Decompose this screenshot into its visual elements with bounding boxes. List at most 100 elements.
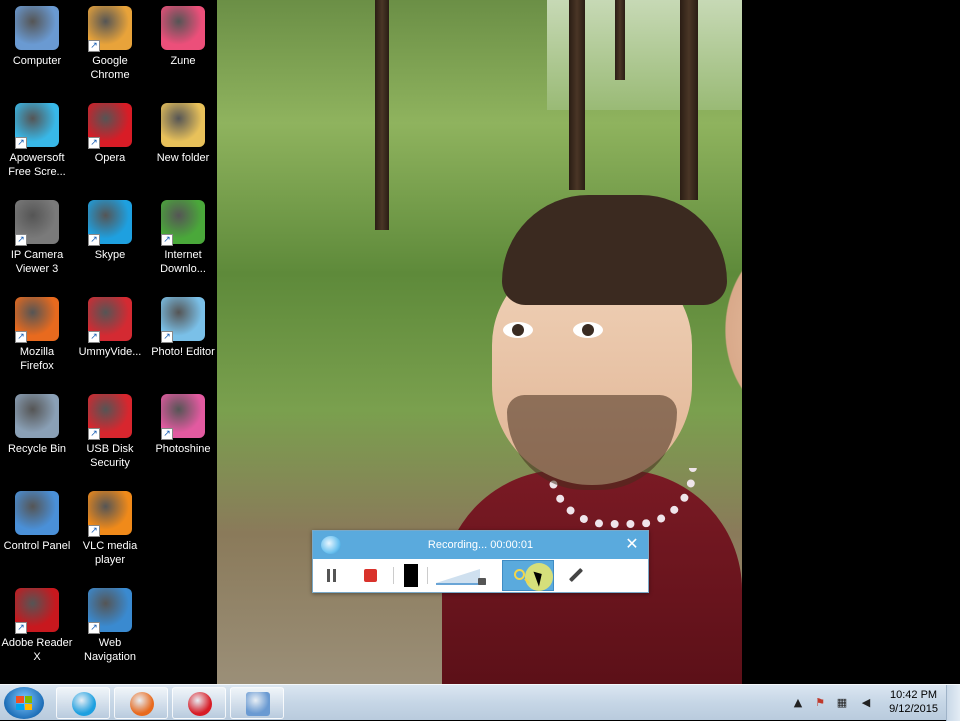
taskbar-photo-viewer-button[interactable] [230,687,284,719]
desktop-icon[interactable]: ↗ Apowersoft Free Scre... [0,99,74,191]
apowersoft-icon: ↗ [15,103,59,149]
desktop-icon-label: Apowersoft Free Scre... [8,152,66,178]
desktop-icon[interactable]: ↗ Google Chrome [73,2,147,94]
shortcut-arrow-icon: ↗ [88,137,100,149]
zoom-button[interactable] [502,560,554,591]
desktop-icon-label: Control Panel [3,540,71,552]
lock-icon[interactable] [478,578,486,585]
close-button[interactable]: ✕ [624,536,640,552]
shortcut-arrow-icon: ↗ [161,234,173,246]
desktop-icon-label: Photo! Editor [151,346,215,358]
desktop-icon[interactable]: ↗ Opera [73,99,147,191]
firefox-icon [130,692,154,716]
photo-tree [375,0,389,230]
web-navigation-icon: ↗ [88,588,132,634]
desktop-icon[interactable]: ↗ Photo! Editor [146,293,220,385]
shortcut-arrow-icon: ↗ [15,331,27,343]
desktop-icon-label: Web Navigation [84,637,136,663]
opera-icon [188,692,212,716]
volume-level-icon [436,569,480,583]
shortcut-arrow-icon: ↗ [88,40,100,52]
photo-hair [502,195,727,305]
desktop-icon[interactable]: ↗ USB Disk Security [73,390,147,482]
desktop-icon[interactable]: New folder [146,99,220,191]
shortcut-arrow-icon: ↗ [88,234,100,246]
annotate-pen-button[interactable] [566,563,584,588]
divider [393,567,394,584]
desktop-icon-label: Skype [94,249,126,261]
windows-logo-icon [16,696,32,710]
recorder-tools [313,559,648,592]
taskbar: ▲ ⚑ ▦ ◀ 10:42 PM 9/12/2015 [0,684,960,721]
desktop-icon-label: Recycle Bin [7,443,67,455]
desktop-icon[interactable]: ↗ Adobe Reader X [0,584,74,676]
desktop-icon[interactable]: ↗ Web Navigation [73,584,147,676]
magnifier-icon [514,569,525,580]
shortcut-arrow-icon: ↗ [88,622,100,634]
chrome-icon: ↗ [88,6,132,52]
photo-viewer-icon [246,692,270,716]
volume-icon[interactable]: ◀ [858,695,874,711]
recycle-bin-icon [15,394,59,438]
desktop-icon-label: Zune [170,55,196,67]
recorder-titlebar[interactable]: Recording... 00:00:01 ✕ [313,531,648,559]
adobe-reader-icon: ↗ [15,588,59,634]
desktop-icon-label: New folder [156,152,210,164]
desktop-icon[interactable]: Computer [0,2,74,94]
photo-eye [503,322,533,338]
folder-icon [161,103,205,147]
system-clock[interactable]: 10:42 PM 9/12/2015 [889,688,938,716]
desktop-icon[interactable]: ↗ Mozilla Firefox [0,293,74,385]
shortcut-arrow-icon: ↗ [88,331,100,343]
show-desktop-button[interactable] [946,685,960,721]
taskbar-skype-button[interactable] [56,687,110,719]
desktop-icon[interactable]: ↗ UmmyVide... [73,293,147,385]
desktop-icon[interactable]: ↗ VLC media player [73,487,147,579]
divider [427,567,428,584]
desktop-icon-label: USB Disk Security [86,443,134,469]
skype-icon: ↗ [88,200,132,246]
webcam-button[interactable] [404,564,418,587]
shortcut-arrow-icon: ↗ [161,331,173,343]
desktop-icon-label: VLC media player [82,540,138,566]
desktop-icon[interactable]: ↗ Photoshine [146,390,220,482]
desktop: Computer ↗ Google Chrome Zune ↗ Apowersoft Fr… [0,0,960,684]
vlc-icon: ↗ [88,491,132,537]
shortcut-arrow-icon: ↗ [15,234,27,246]
desktop-icon-label: Internet Downlo... [160,249,206,275]
desktop-icon-label: Google Chrome [90,55,130,81]
stop-icon [364,569,377,582]
desktop-icon-label: Opera [94,152,126,164]
screen-recorder-toolbar[interactable]: Recording... 00:00:01 ✕ [312,530,649,593]
desktop-icon[interactable]: Zune [146,2,220,94]
photo-tree [569,0,585,190]
taskbar-firefox-button[interactable] [114,687,168,719]
photo-editor-icon: ↗ [161,297,205,343]
desktop-icon-label: IP Camera Viewer 3 [10,249,64,275]
action-center-icon[interactable]: ⚑ [812,695,828,711]
desktop-icon[interactable]: ↗ Skype [73,196,147,288]
ip-camera-icon: ↗ [15,200,59,246]
clock-time: 10:42 PM [889,689,938,701]
desktop-icon-label: UmmyVide... [78,346,142,358]
desktop-icon-label: Photoshine [155,443,211,455]
stop-button[interactable] [361,563,381,588]
desktop-icon[interactable]: Recycle Bin [0,390,74,482]
volume-slider[interactable] [436,563,486,588]
network-icon[interactable]: ▦ [834,695,850,711]
start-button[interactable] [4,687,44,719]
zune-icon [161,6,205,50]
pause-button[interactable] [323,563,339,588]
taskbar-opera-button[interactable] [172,687,226,719]
desktop-icon[interactable]: ↗ IP Camera Viewer 3 [0,196,74,288]
control-panel-icon [15,491,59,535]
show-hidden-icons-button[interactable]: ▲ [790,695,806,711]
desktop-icon[interactable]: ↗ Internet Downlo... [146,196,220,288]
shortcut-arrow-icon: ↗ [15,137,27,149]
clock-date: 9/12/2015 [889,703,938,715]
shortcut-arrow-icon: ↗ [161,428,173,440]
desktop-icon-label: Computer [12,55,62,67]
usb-disk-security-icon: ↗ [88,394,132,440]
desktop-icon[interactable]: Control Panel [0,487,74,579]
photoshine-icon: ↗ [161,394,205,440]
